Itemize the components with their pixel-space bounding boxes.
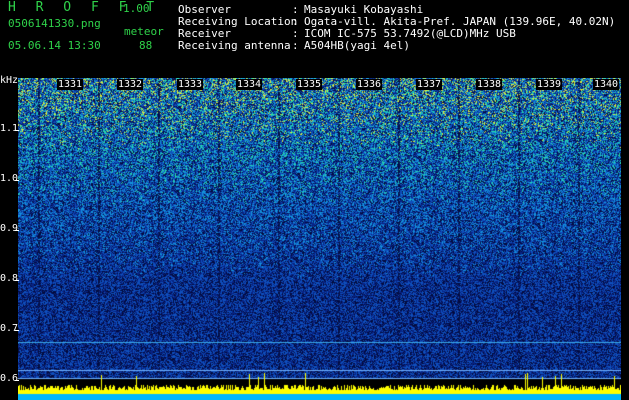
meteor-label: meteor — [124, 25, 164, 38]
date-time: 05.06.14 13:30 — [8, 39, 101, 52]
y-tick-label: 0.6 — [0, 373, 19, 384]
minute-label: 1335 — [296, 79, 323, 90]
meteor-count: 88 — [139, 39, 153, 52]
minute-label: 1340 — [593, 79, 620, 90]
minute-label: 1339 — [536, 79, 563, 90]
y-tick-mark — [15, 380, 19, 381]
y-tick-mark — [15, 130, 19, 131]
spectrogram-display — [18, 78, 621, 400]
y-tick-mark — [15, 330, 19, 331]
y-tick-label: 0.9 — [0, 223, 19, 234]
info-antenna-sep: : — [292, 39, 299, 52]
y-tick-label: 1.0 — [0, 173, 19, 184]
y-axis-unit: kHz — [0, 75, 19, 86]
minute-label: 1334 — [236, 79, 263, 90]
y-tick-label: 0.8 — [0, 273, 19, 284]
y-tick-label: 1.1 — [0, 123, 19, 134]
minute-label: 1332 — [117, 79, 144, 90]
minute-label: 1337 — [416, 79, 443, 90]
y-tick-label: 0.7 — [0, 323, 19, 334]
minute-label: 1333 — [177, 79, 204, 90]
y-tick-mark — [15, 280, 19, 281]
app-version: 1.00 — [123, 2, 150, 15]
y-tick-mark — [15, 230, 19, 231]
minute-label: 1338 — [476, 79, 503, 90]
file-name: 0506141330.png — [8, 17, 101, 30]
info-antenna-value: A504HB(yagi 4el) — [304, 39, 410, 52]
y-tick-mark — [15, 180, 19, 181]
info-antenna-label: Receiving antenna — [178, 39, 291, 52]
minute-label: 1336 — [356, 79, 383, 90]
minute-label: 1331 — [57, 79, 84, 90]
